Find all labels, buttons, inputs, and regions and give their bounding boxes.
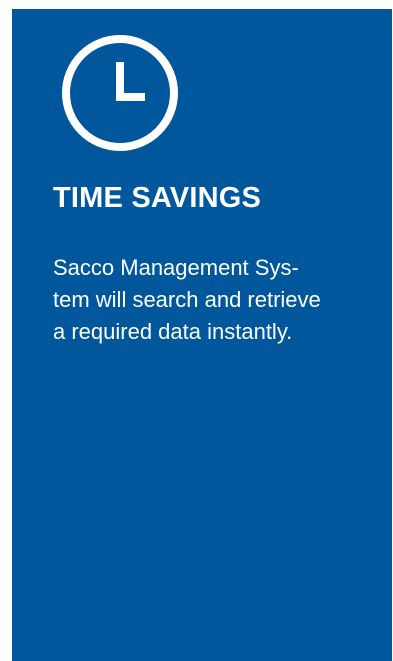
feature-card: TIME SAVINGS Sacco Management Sys- tem w… — [12, 9, 392, 661]
description-line: tem will search and retrieve — [53, 287, 321, 312]
feature-description: Sacco Management Sys- tem will search an… — [53, 252, 373, 348]
description-line: a required data instantly. — [53, 319, 293, 344]
clock-icon — [62, 35, 178, 151]
feature-title: TIME SAVINGS — [53, 182, 262, 214]
description-line: Sacco Management Sys- — [53, 255, 299, 280]
